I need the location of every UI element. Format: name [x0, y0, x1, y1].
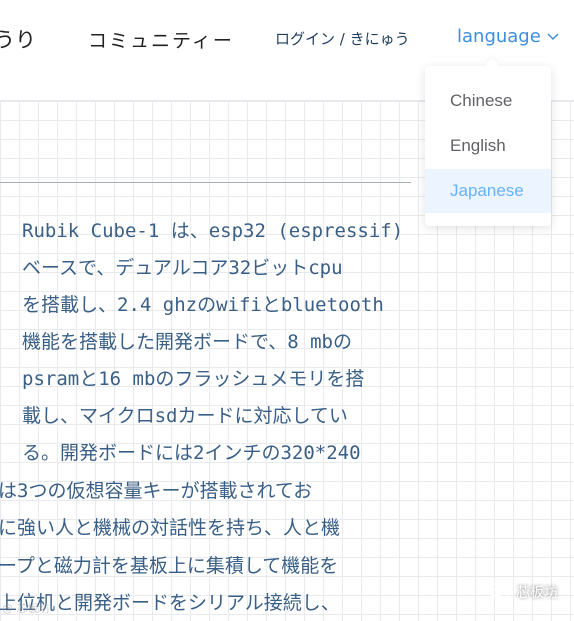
article-line: 上位机と開発ボードをシリアル接続し、 [0, 592, 340, 614]
article-line: に強い人と機械の対話性を持ち、人と機 [0, 517, 341, 539]
nav-item-partial[interactable]: うり [0, 24, 36, 54]
language-option-english[interactable]: English [425, 124, 551, 168]
article-line: Rubik Cube-1 は、esp32 (espressif) [22, 220, 404, 242]
nav-item-community[interactable]: コミュニティー [88, 26, 234, 53]
article-line: ープと磁力計を基板上に集積して機能を [0, 555, 339, 577]
chevron-down-icon [547, 32, 559, 40]
language-label: language [457, 26, 541, 47]
article-line: 機能を搭載した開発ボードで、8 mbの [22, 331, 352, 353]
language-option-chinese[interactable]: Chinese [425, 79, 551, 123]
divider [0, 182, 411, 183]
article-line: は3つの仮想容量キーが搭載されてお [0, 480, 313, 502]
wechat-icon [488, 583, 510, 600]
faint-watermark: @ 芯板坊 [2, 602, 50, 615]
article-line: る。開発ボードには2インチの320*240 [22, 442, 361, 464]
article-line: psramと16 mbのフラッシュメモリを搭 [22, 368, 365, 390]
watermark: 芯板坊 [488, 582, 558, 602]
article-line: 載し、マイクロsdカードに対応してい [22, 405, 348, 427]
language-selector[interactable]: language [457, 26, 559, 47]
watermark-label: 芯板坊 [516, 585, 558, 601]
article-line: を搭載し、2.4 ghzのwifiとbluetooth [22, 294, 384, 316]
article-line: ベースで、デュアルコア32ビットcpu [22, 257, 343, 279]
language-dropdown-menu: Chinese English Japanese [425, 66, 551, 226]
login-register-link[interactable]: ログイン / きにゅう [275, 28, 410, 49]
language-option-japanese[interactable]: Japanese [425, 169, 551, 213]
